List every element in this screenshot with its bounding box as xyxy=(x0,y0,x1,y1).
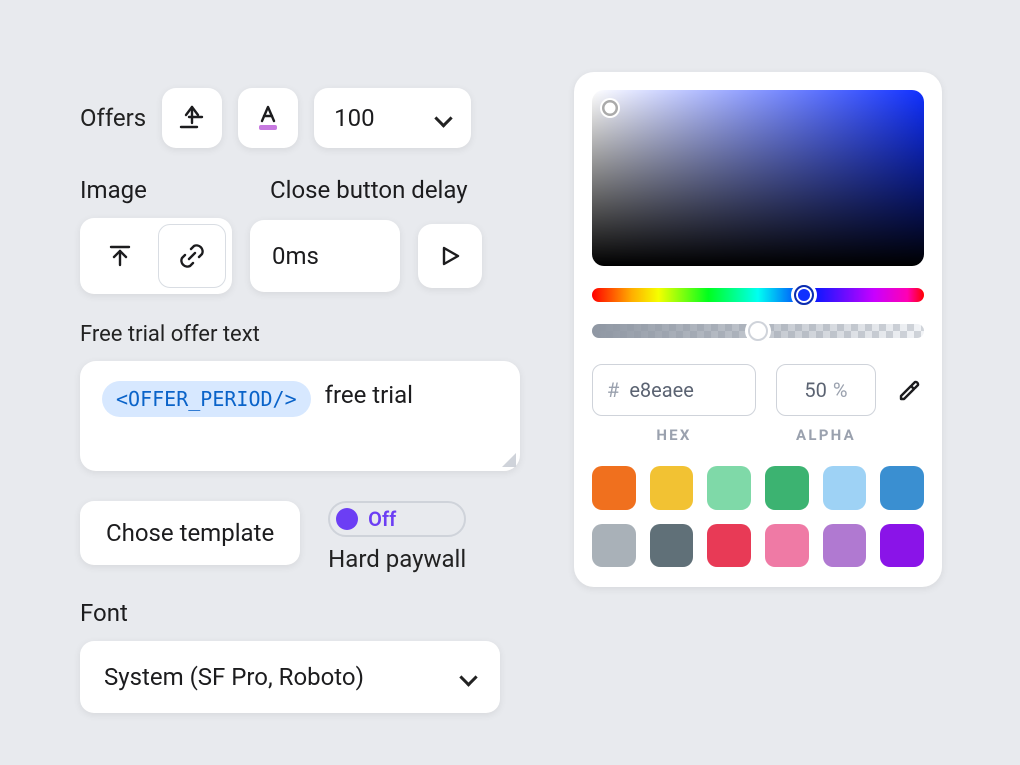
eyedropper-button[interactable] xyxy=(896,376,924,404)
text-color-button[interactable] xyxy=(238,88,298,148)
hue-thumb[interactable] xyxy=(794,285,814,305)
alpha-slider[interactable] xyxy=(592,324,924,338)
preview-play-button[interactable] xyxy=(418,224,482,288)
swatch[interactable] xyxy=(880,466,924,510)
font-size-value: 100 xyxy=(334,104,374,132)
color-gradient-area[interactable] xyxy=(592,90,924,266)
strikethrough-icon xyxy=(177,103,207,133)
chevron-down-icon xyxy=(460,669,476,685)
free-trial-suffix: free trial xyxy=(325,381,413,409)
swatch[interactable] xyxy=(823,466,867,510)
hex-value: e8eaee xyxy=(629,378,694,402)
swatch[interactable] xyxy=(823,524,867,568)
chevron-down-icon xyxy=(435,110,451,126)
swatch[interactable] xyxy=(880,524,924,568)
close-delay-input[interactable]: 0ms xyxy=(250,220,400,292)
font-select[interactable]: System (SF Pro, Roboto) xyxy=(80,641,500,713)
font-label: Font xyxy=(80,599,540,627)
image-source-segmented xyxy=(80,218,232,294)
color-value-row: # e8eaee 50 % xyxy=(592,364,924,416)
upload-image-button[interactable] xyxy=(86,224,154,288)
upload-icon xyxy=(105,241,135,271)
close-delay-value: 0ms xyxy=(272,242,319,270)
color-picker-panel: # e8eaee 50 % HEX ALPHA xyxy=(574,72,942,587)
settings-left-column: Offers 100 xyxy=(80,88,540,713)
alpha-value: 50 xyxy=(804,378,826,402)
alpha-field-label: ALPHA xyxy=(776,426,876,444)
template-row: Chose template Off Hard paywall xyxy=(80,501,540,573)
swatch[interactable] xyxy=(765,466,809,510)
free-trial-text-input[interactable]: <OFFER_PERIOD/> free trial xyxy=(80,361,520,471)
link-icon xyxy=(176,240,208,272)
image-url-button[interactable] xyxy=(158,224,226,288)
swatch[interactable] xyxy=(650,524,694,568)
choose-template-label: Chose template xyxy=(106,519,274,547)
offer-period-token[interactable]: <OFFER_PERIOD/> xyxy=(102,381,311,417)
swatch[interactable] xyxy=(707,524,751,568)
hex-field-label: HEX xyxy=(592,426,756,444)
swatch[interactable] xyxy=(592,524,636,568)
free-trial-label: Free trial offer text xyxy=(80,322,540,347)
swatch[interactable] xyxy=(707,466,751,510)
color-value-labels: HEX ALPHA xyxy=(592,426,924,444)
hard-paywall-toggle[interactable]: Off xyxy=(328,501,466,537)
choose-template-button[interactable]: Chose template xyxy=(80,501,300,565)
eyedropper-icon xyxy=(897,377,923,403)
image-label: Image xyxy=(80,176,270,204)
image-delay-labels: Image Close button delay xyxy=(80,176,540,204)
hard-paywall-group: Off Hard paywall xyxy=(328,501,466,573)
percent-icon: % xyxy=(833,378,848,402)
hash-icon: # xyxy=(607,378,619,402)
close-delay-label: Close button delay xyxy=(270,176,468,204)
toggle-state-label: Off xyxy=(368,507,396,531)
alpha-input[interactable]: 50 % xyxy=(776,364,876,416)
strikethrough-button[interactable] xyxy=(162,88,222,148)
hue-slider[interactable] xyxy=(592,288,924,302)
swatch[interactable] xyxy=(592,466,636,510)
image-delay-row: 0ms xyxy=(80,218,540,294)
alpha-thumb[interactable] xyxy=(748,321,768,341)
offers-label: Offers xyxy=(80,104,146,132)
font-value: System (SF Pro, Roboto) xyxy=(104,663,364,691)
color-gradient-cursor[interactable] xyxy=(602,100,618,116)
swatch[interactable] xyxy=(650,466,694,510)
text-color-icon xyxy=(253,103,283,133)
offers-row: Offers 100 xyxy=(80,88,540,148)
swatch-grid xyxy=(592,466,924,567)
swatch[interactable] xyxy=(765,524,809,568)
font-size-select[interactable]: 100 xyxy=(314,88,470,148)
hex-input[interactable]: # e8eaee xyxy=(592,364,756,416)
hard-paywall-caption: Hard paywall xyxy=(328,545,466,573)
play-icon xyxy=(436,242,464,270)
toggle-knob-icon xyxy=(336,508,358,530)
